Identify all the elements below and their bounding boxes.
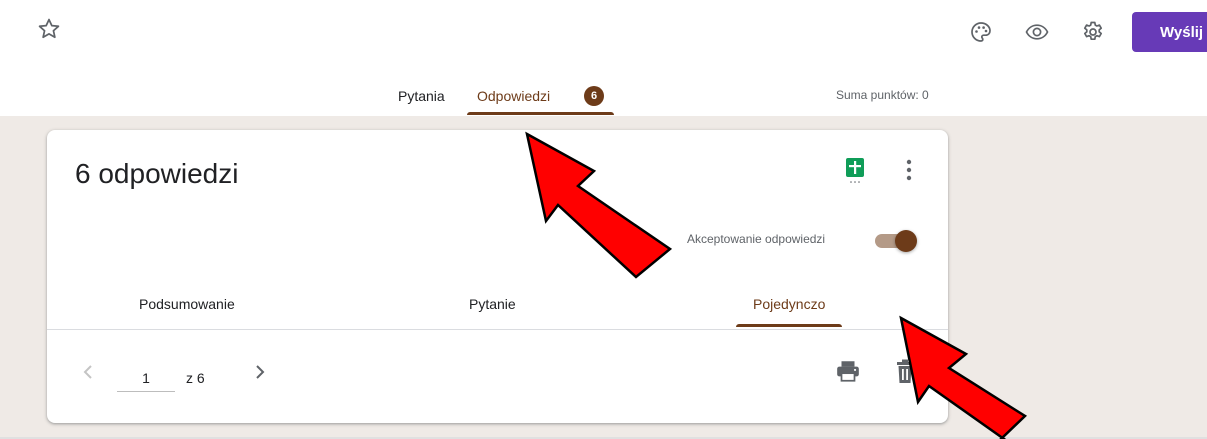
arrow-to-responses-tab bbox=[525, 131, 673, 279]
annotation-arrows bbox=[525, 131, 1028, 439]
arrow-to-individual-subtab bbox=[899, 315, 1028, 439]
